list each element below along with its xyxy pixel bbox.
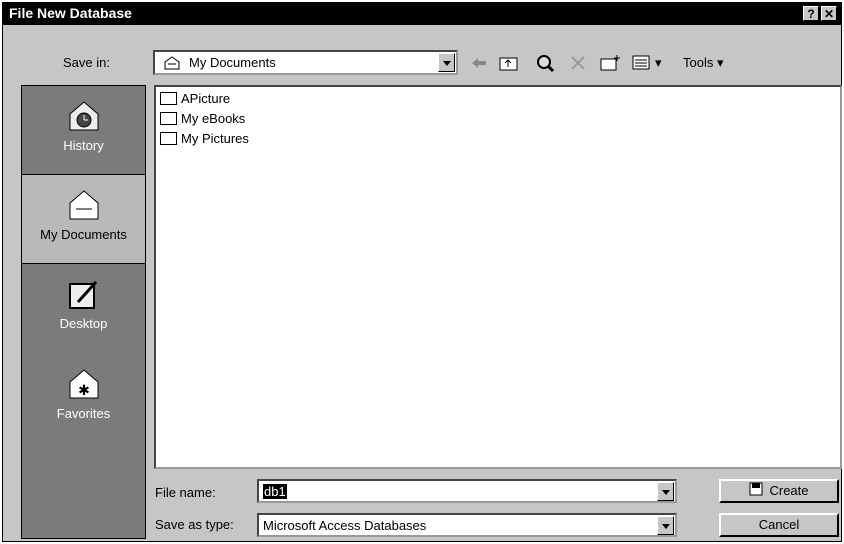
close-button[interactable]: ✕ — [821, 6, 837, 21]
title-bar: File New Database ? ✕ — [3, 3, 841, 25]
back-arrow-icon[interactable] — [468, 53, 490, 73]
desktop-icon — [66, 276, 102, 312]
save-disk-icon — [749, 482, 763, 502]
place-label: Desktop — [59, 316, 108, 331]
save-as-type-value: Microsoft Access Databases — [263, 518, 427, 533]
create-button[interactable]: Create — [719, 479, 839, 503]
place-my-documents[interactable]: My Documents — [22, 174, 145, 264]
places-bar: History My Documents Desktop ✱ Favorites — [21, 85, 146, 539]
list-item[interactable]: APicture — [160, 91, 230, 109]
place-label: History — [63, 138, 104, 153]
file-new-database-dialog: File New Database ? ✕ Save in: My Docume… — [2, 2, 842, 542]
history-icon — [66, 98, 102, 134]
delete-icon[interactable] — [568, 53, 590, 73]
new-folder-icon[interactable] — [599, 53, 623, 73]
save-in-value: My Documents — [189, 55, 276, 70]
svg-text:✱: ✱ — [78, 383, 90, 399]
window-title: File New Database — [9, 5, 132, 21]
my-documents-icon — [66, 187, 102, 223]
save-in-combo[interactable]: My Documents — [153, 50, 458, 75]
place-history[interactable]: History — [22, 86, 145, 174]
list-item[interactable]: My Pictures — [160, 131, 249, 149]
place-label: My Documents — [40, 227, 127, 242]
favorites-icon: ✱ — [66, 366, 102, 402]
folder-icon — [160, 112, 177, 126]
place-desktop[interactable]: Desktop — [22, 264, 145, 352]
search-web-icon[interactable] — [535, 53, 557, 73]
save-in-label: Save in: — [63, 55, 110, 70]
views-dropdown[interactable]: ▾ — [655, 55, 662, 71]
file-list[interactable]: APicture My eBooks My Pictures — [154, 85, 842, 469]
help-button[interactable]: ? — [803, 6, 819, 21]
list-item[interactable]: My eBooks — [160, 111, 245, 129]
place-label: Favorites — [56, 406, 111, 421]
folder-home-icon — [163, 55, 181, 74]
folder-icon — [160, 132, 177, 146]
save-as-type-select[interactable]: Microsoft Access Databases — [257, 513, 677, 537]
folder-icon — [160, 92, 177, 106]
chevron-down-icon[interactable] — [438, 53, 455, 72]
file-name-label: File name: — [155, 485, 216, 500]
chevron-down-icon[interactable] — [657, 516, 674, 535]
views-icon[interactable] — [631, 53, 653, 73]
chevron-down-icon[interactable] — [657, 482, 674, 501]
save-as-type-label: Save as type: — [155, 517, 234, 532]
place-favorites[interactable]: ✱ Favorites — [22, 354, 145, 442]
cancel-button[interactable]: Cancel — [719, 513, 839, 537]
tools-menu[interactable]: Tools ▾ — [683, 55, 724, 71]
file-name-field[interactable]: db1 — [257, 479, 677, 503]
up-folder-icon[interactable] — [498, 53, 520, 73]
file-name-value: db1 — [263, 484, 287, 499]
